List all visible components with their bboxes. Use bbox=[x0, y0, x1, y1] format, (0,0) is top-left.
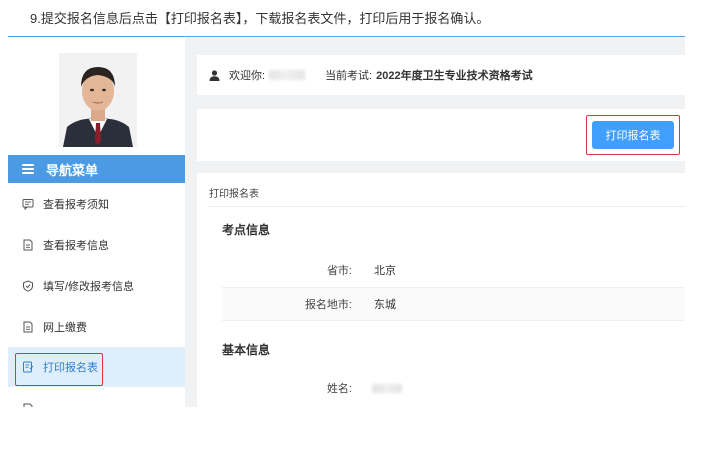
user-name-redacted bbox=[269, 70, 306, 80]
field-label: 省市: bbox=[326, 265, 352, 277]
current-exam-label: 当前考试: bbox=[325, 70, 373, 82]
sidebar-item-view-info[interactable]: 查看报考信息 bbox=[8, 225, 185, 265]
sidebar-item-label: 查看报考须知 bbox=[43, 199, 109, 211]
user-bar: 欢迎你: 当前考试: 2022年度卫生专业技术资格考试 bbox=[197, 55, 685, 95]
form-panel: 打印报名表 考点信息 省市: 北京 报名地市: 东城 基本信息 姓名: bbox=[197, 173, 685, 407]
section-title-basic-info: 基本信息 bbox=[222, 343, 271, 357]
document-icon bbox=[23, 239, 33, 251]
message-icon bbox=[22, 199, 34, 210]
divider bbox=[209, 206, 685, 207]
avatar-photo bbox=[59, 53, 137, 147]
field-label: 姓名: bbox=[326, 383, 352, 395]
form-row-province: 省市: 北京 bbox=[222, 253, 685, 287]
field-value: 北京 bbox=[374, 265, 396, 277]
nav-menu-title: 导航菜单 bbox=[46, 162, 99, 178]
highlight-box bbox=[15, 353, 103, 386]
name-value-redacted bbox=[372, 383, 402, 393]
instruction-text: 9.提交报名信息后点击【打印报名表】，下载报名表文件，打印后用于报名确认。 bbox=[30, 11, 490, 26]
field-value: 东城 bbox=[374, 299, 396, 311]
sidebar-item-print-form[interactable]: 打印报名表 bbox=[8, 347, 185, 387]
sidebar-item-notice[interactable]: 查看报考须知 bbox=[8, 184, 185, 224]
sidebar-item-next[interactable] bbox=[8, 389, 185, 407]
action-bar: 打印报名表 bbox=[197, 109, 685, 161]
sidebar-item-label: 填写/修改报考信息 bbox=[43, 281, 135, 293]
sidebar-item-label: 查看报考信息 bbox=[43, 240, 109, 252]
sidebar-item-label: 网上缴费 bbox=[43, 322, 87, 334]
nav-menu-header: 导航菜单 bbox=[8, 155, 185, 183]
sidebar-item-payment[interactable]: 网上缴费 bbox=[8, 307, 185, 347]
form-row-city: 报名地市: 东城 bbox=[222, 287, 685, 321]
document-icon bbox=[23, 321, 33, 333]
user-icon bbox=[209, 69, 220, 81]
field-label: 报名地市: bbox=[304, 299, 352, 311]
shield-check-icon bbox=[23, 280, 33, 292]
panel-title: 打印报名表 bbox=[209, 189, 259, 200]
section-title-exam-site: 考点信息 bbox=[222, 223, 271, 237]
menu-icon bbox=[22, 164, 34, 174]
form-row-name: 姓名: bbox=[222, 371, 685, 405]
welcome-label: 欢迎你: bbox=[229, 70, 266, 82]
print-form-button[interactable]: 打印报名表 bbox=[592, 121, 674, 149]
app-frame: 导航菜单 查看报考须知 查看报考信息 填写/修改报考信息 网上缴费 打印报名表 … bbox=[8, 37, 685, 407]
sidebar-item-edit-info[interactable]: 填写/修改报考信息 bbox=[8, 266, 185, 306]
document-icon bbox=[23, 403, 33, 407]
sidebar: 导航菜单 查看报考须知 查看报考信息 填写/修改报考信息 网上缴费 打印报名表 bbox=[8, 37, 185, 407]
current-exam-name: 2022年度卫生专业技术资格考试 bbox=[376, 70, 533, 82]
